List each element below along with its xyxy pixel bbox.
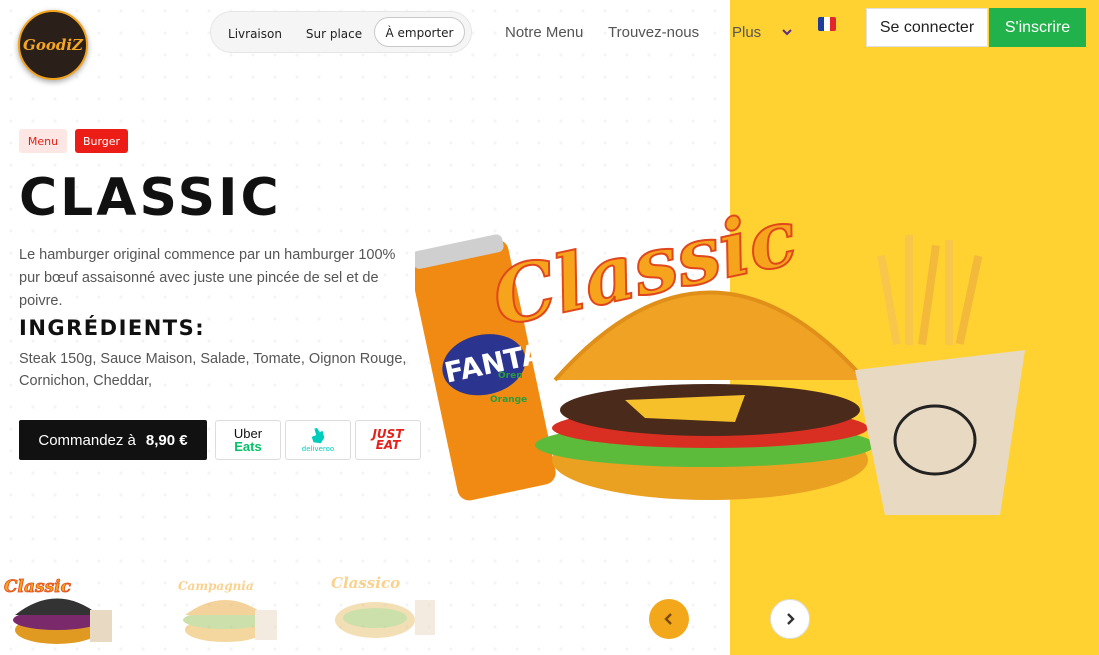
uber-eats-line2: Eats	[234, 439, 262, 454]
thumb-campagnia-label: Campagnia	[178, 579, 254, 593]
can-sub2: Orange	[490, 395, 527, 405]
carousel-thumb-classico[interactable]: Classico	[325, 570, 445, 650]
ingredients-heading: INGRÉDIENTS:	[19, 316, 206, 340]
hero-burger-image: FANTA Oren Orange Classic	[415, 190, 1025, 515]
nav-plus[interactable]: Plus	[732, 24, 761, 41]
mode-a-emporter[interactable]: À emporter	[374, 17, 465, 47]
mode-livraison[interactable]: Livraison	[222, 19, 288, 49]
restaurant-logo[interactable]: GoodiZ	[18, 10, 88, 80]
login-button[interactable]: Se connecter	[866, 8, 988, 47]
mode-sur-place[interactable]: Sur place	[299, 19, 369, 49]
deliveroo-kangaroo-icon	[311, 427, 325, 444]
signup-button[interactable]: S'inscrire	[989, 8, 1086, 47]
can-sub1: Oren	[498, 371, 523, 381]
deliveroo-button[interactable]: deliveroo	[285, 420, 351, 460]
carousel-thumb-classic[interactable]: Classic	[2, 570, 122, 650]
product-title: Classic	[19, 168, 282, 228]
order-price: 8,90 €	[145, 431, 188, 449]
carousel-prev-button[interactable]	[649, 599, 689, 639]
chevron-down-icon[interactable]	[782, 27, 792, 37]
thumb-classico-label: Classico	[331, 574, 400, 592]
order-label: Commandez à	[38, 431, 136, 449]
carousel-thumb-campagnia[interactable]: Campagnia	[170, 570, 290, 650]
nav-notre-menu[interactable]: Notre Menu	[505, 24, 583, 41]
chevron-right-icon	[787, 613, 795, 625]
carousel-next-button[interactable]	[770, 599, 810, 639]
breadcrumb-burger[interactable]: Burger	[75, 129, 128, 153]
thumb-classic-image: Classic	[4, 577, 112, 644]
just-eat-button[interactable]: JUST EAT	[355, 420, 421, 460]
chevron-left-icon	[664, 613, 672, 625]
order-button[interactable]: Commandez à 8,90 €	[19, 420, 207, 460]
ingredients-list: Steak 150g, Sauce Maison, Salade, Tomate…	[19, 351, 407, 389]
just-eat-line2: EAT	[375, 438, 401, 452]
thumb-classic-label: Classic	[4, 577, 72, 597]
thumb-campagnia-image: Campagnia	[178, 579, 277, 642]
nav-trouvez-nous[interactable]: Trouvez-nous	[608, 24, 699, 41]
fries-image	[855, 235, 1025, 515]
deliveroo-label: deliveroo	[301, 445, 335, 453]
thumb-classico-image: Classico	[331, 574, 435, 638]
breadcrumb-menu[interactable]: Menu	[19, 129, 67, 153]
product-description: Le hamburger original commence par un ha…	[19, 247, 396, 309]
uber-eats-button[interactable]: Uber Eats	[215, 420, 281, 460]
logo-text: GoodiZ	[23, 36, 83, 54]
french-flag-icon[interactable]	[818, 17, 836, 31]
